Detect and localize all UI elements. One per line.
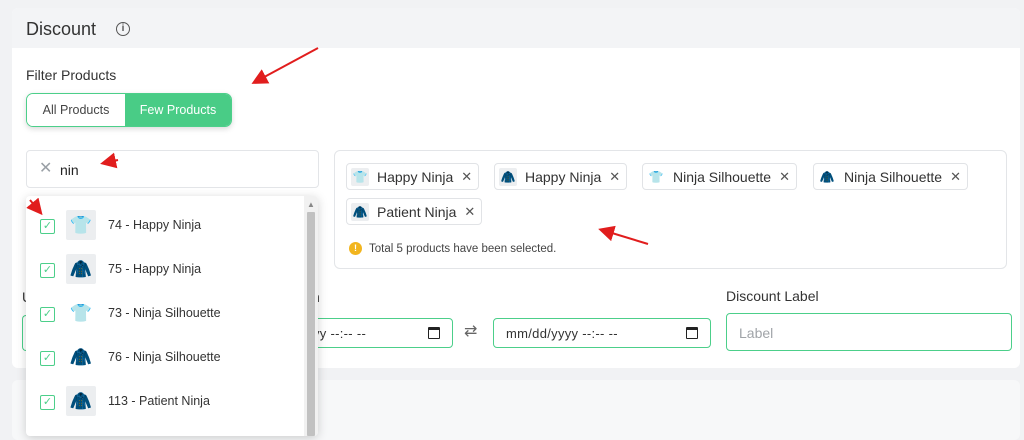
- arrow-to-checkbox: [26, 197, 43, 216]
- arrow-to-search: [100, 152, 119, 169]
- annotation-arrows: [26, 47, 649, 245]
- arrow-to-filter-toggle: [251, 47, 319, 84]
- arrow-to-notice: [598, 225, 649, 245]
